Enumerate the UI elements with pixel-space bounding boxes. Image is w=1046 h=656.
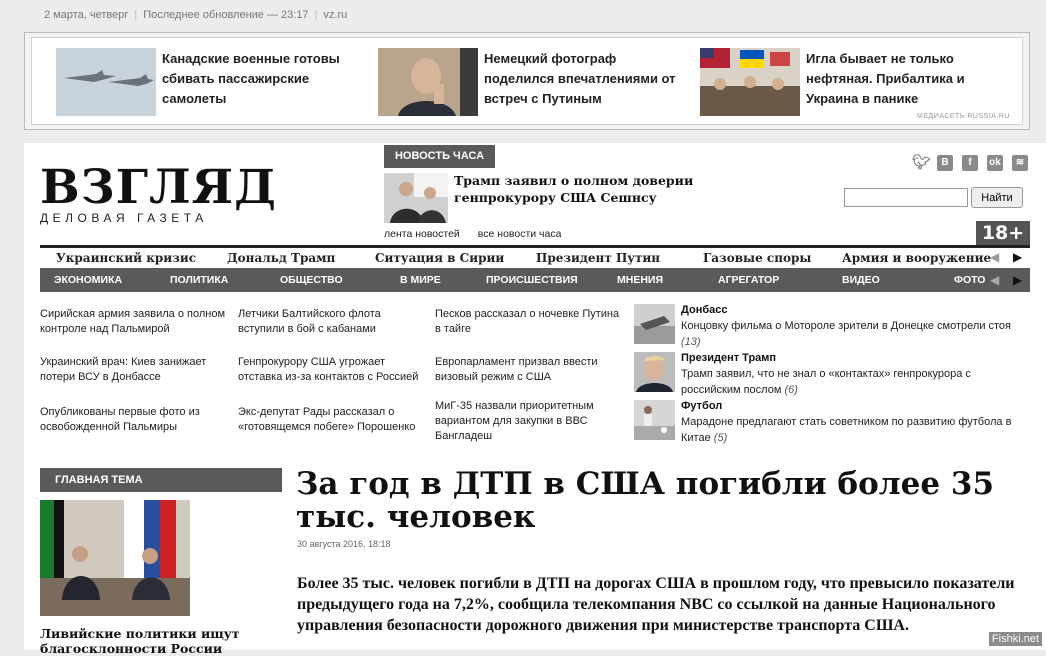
news-text[interactable]: Концовку фильма о Мотороле зрители в Дон… [681, 318, 1026, 350]
arrow-right-icon[interactable]: ▶ [1013, 251, 1022, 263]
news-link[interactable]: Генпрокурору США угрожает отставка из-за… [238, 355, 428, 385]
arrow-right-icon[interactable]: ▶ [1013, 274, 1022, 286]
nav-section-economy[interactable]: ЭКОНОМИКА [54, 274, 122, 286]
nav-section-world[interactable]: В МИРЕ [400, 274, 441, 286]
site-logo[interactable]: ВЗГЛЯД ДЕЛОВАЯ ГАЗЕТА [40, 164, 276, 225]
hour-news-image[interactable] [384, 173, 448, 223]
arrow-left-icon[interactable]: ◀ [990, 251, 999, 263]
top-info-line: 2 марта, четверг | Последнее обновление — … [44, 9, 348, 21]
news-category[interactable]: Президент Трамп [681, 352, 776, 364]
rss-icon[interactable]: ≋ [1012, 155, 1028, 171]
promo-item[interactable]: Канадские военные готовы сбивать пассажи… [56, 48, 376, 116]
nav-topic-putin[interactable]: Президент Путин [536, 251, 660, 265]
nav-section-aggregator[interactable]: АГРЕГАТОР [718, 274, 779, 286]
promo-text[interactable]: Игла бывает не только нефтяная. Прибалти… [806, 49, 1016, 109]
watermark: Fishki.net [988, 632, 1042, 646]
article-date: 30 августа 2016, 18:18 [297, 539, 391, 549]
news-category[interactable]: Донбасс [681, 304, 727, 316]
promo-image-protest[interactable] [700, 48, 800, 116]
nav-section-video[interactable]: ВИДЕО [842, 274, 880, 286]
promo-image-jets[interactable] [56, 48, 156, 116]
social-links: 🐦︎ B f ok ≋ [912, 155, 1028, 171]
news-link[interactable]: Европарламент призвал ввести визовый реж… [435, 355, 621, 385]
main-topic-image[interactable] [40, 500, 190, 616]
nav-section-incidents[interactable]: ПРОИСШЕСТВИЯ [486, 274, 578, 286]
nav-topic-trump[interactable]: Дональд Трамп [227, 251, 335, 265]
promo-image-putin[interactable] [378, 48, 478, 116]
news-thumb-trump[interactable] [634, 352, 675, 392]
all-hour-news-link[interactable]: все новости часа [478, 228, 562, 240]
news-thumb-football[interactable] [634, 400, 675, 440]
promo-text[interactable]: Канадские военные готовы сбивать пассажи… [162, 49, 372, 109]
promo-item[interactable]: Немецкий фотограф поделился впечатлениям… [378, 48, 698, 116]
news-text[interactable]: Марадоне предлагают стать советником по … [681, 414, 1026, 446]
age-rating-badge: 18+ [976, 221, 1030, 245]
promo-inner: Канадские военные готовы сбивать пассажи… [31, 37, 1023, 125]
nav-topic-army[interactable]: Армия и вооружение [842, 251, 991, 265]
main-topic-caption[interactable]: Ливийские политики ищут благосклонности … [40, 626, 270, 656]
arrow-left-icon[interactable]: ◀ [990, 274, 999, 286]
search-input[interactable] [844, 188, 968, 207]
topics-nav: Украинский кризис Дональд Трамп Ситуация… [40, 245, 1030, 269]
site-link[interactable]: vz.ru [323, 9, 347, 21]
facebook-icon[interactable]: f [962, 155, 978, 171]
article-lead: Более 35 тыс. человек погибли в ДТП на д… [297, 575, 1015, 634]
sections-nav: ЭКОНОМИКА ПОЛИТИКА ОБЩЕСТВО В МИРЕ ПРОИС… [40, 268, 1030, 292]
news-category[interactable]: Футбол [681, 400, 722, 412]
nav-topic-syria[interactable]: Ситуация в Сирии [375, 251, 504, 265]
hour-news-links: лента новостей все новости часа [384, 228, 579, 240]
logo-title[interactable]: ВЗГЛЯД [40, 164, 276, 211]
promo-block: Канадские военные готовы сбивать пассажи… [24, 32, 1030, 130]
nav-section-opinions[interactable]: МНЕНИЯ [617, 274, 663, 286]
nav-section-society[interactable]: ОБЩЕСТВО [280, 274, 343, 286]
vkontakte-icon[interactable]: B [937, 155, 953, 171]
news-link[interactable]: Сирийская армия заявила о полном контрол… [40, 307, 226, 337]
hour-news-label: НОВОСТЬ ЧАСА [384, 145, 495, 168]
comment-count[interactable]: 13 [685, 336, 697, 348]
promo-item[interactable]: Игла бывает не только нефтяная. Прибалти… [700, 48, 1020, 116]
news-link[interactable]: Концовку фильма о Мотороле зрители в Дон… [681, 320, 1011, 332]
nav-topic-gas[interactable]: Газовые споры [703, 251, 811, 265]
current-date: 2 марта, четверг [44, 9, 129, 21]
news-thumb-donbass[interactable] [634, 304, 675, 344]
nav-topic-ukraine[interactable]: Украинский кризис [56, 251, 196, 265]
news-link[interactable]: МиГ-35 назвали приоритетным вариантом дл… [435, 399, 605, 444]
comment-count[interactable]: 6 [788, 384, 794, 396]
main-topic-label: ГЛАВНАЯ ТЕМА [40, 468, 282, 492]
search-button[interactable]: Найти [971, 187, 1023, 208]
news-link[interactable]: Украинский врач: Киев занижает потери ВС… [40, 355, 226, 385]
news-link[interactable]: Опубликованы первые фото из освобожденно… [40, 405, 226, 435]
promo-text[interactable]: Немецкий фотограф поделился впечатлениям… [484, 49, 684, 109]
hour-news-text[interactable]: Трамп заявил о полном доверии генпрокуро… [454, 172, 774, 206]
nav-section-politics[interactable]: ПОЛИТИКА [170, 274, 228, 286]
news-feed-link[interactable]: лента новостей [384, 228, 460, 240]
comment-count[interactable]: 5 [717, 432, 723, 444]
nav-section-photo[interactable]: ФОТО [954, 274, 985, 286]
news-link[interactable]: Трамп заявил, что не знал о «контактах» … [681, 368, 971, 396]
last-update: Последнее обновление — 23:17 [143, 9, 309, 21]
news-link[interactable]: Песков рассказал о ночевке Путина в тайг… [435, 307, 625, 337]
article-headline: За год в ДТП в США погибли более 35 тыс.… [296, 466, 995, 535]
news-link[interactable]: Летчики Балтийского флота вступили в бой… [238, 307, 424, 337]
news-text[interactable]: Трамп заявил, что не знал о «контактах» … [681, 366, 1011, 398]
twitter-icon[interactable]: 🐦︎ [912, 155, 931, 171]
news-link[interactable]: Марадоне предлагают стать советником по … [681, 416, 1011, 444]
odnoklassniki-icon[interactable]: ok [987, 155, 1003, 171]
promo-network-label[interactable]: МЕДИАСЕТЬ RUSSIA.RU [917, 113, 1010, 120]
news-link[interactable]: Экс-депутат Рады рассказал о «готовящемс… [238, 405, 424, 435]
